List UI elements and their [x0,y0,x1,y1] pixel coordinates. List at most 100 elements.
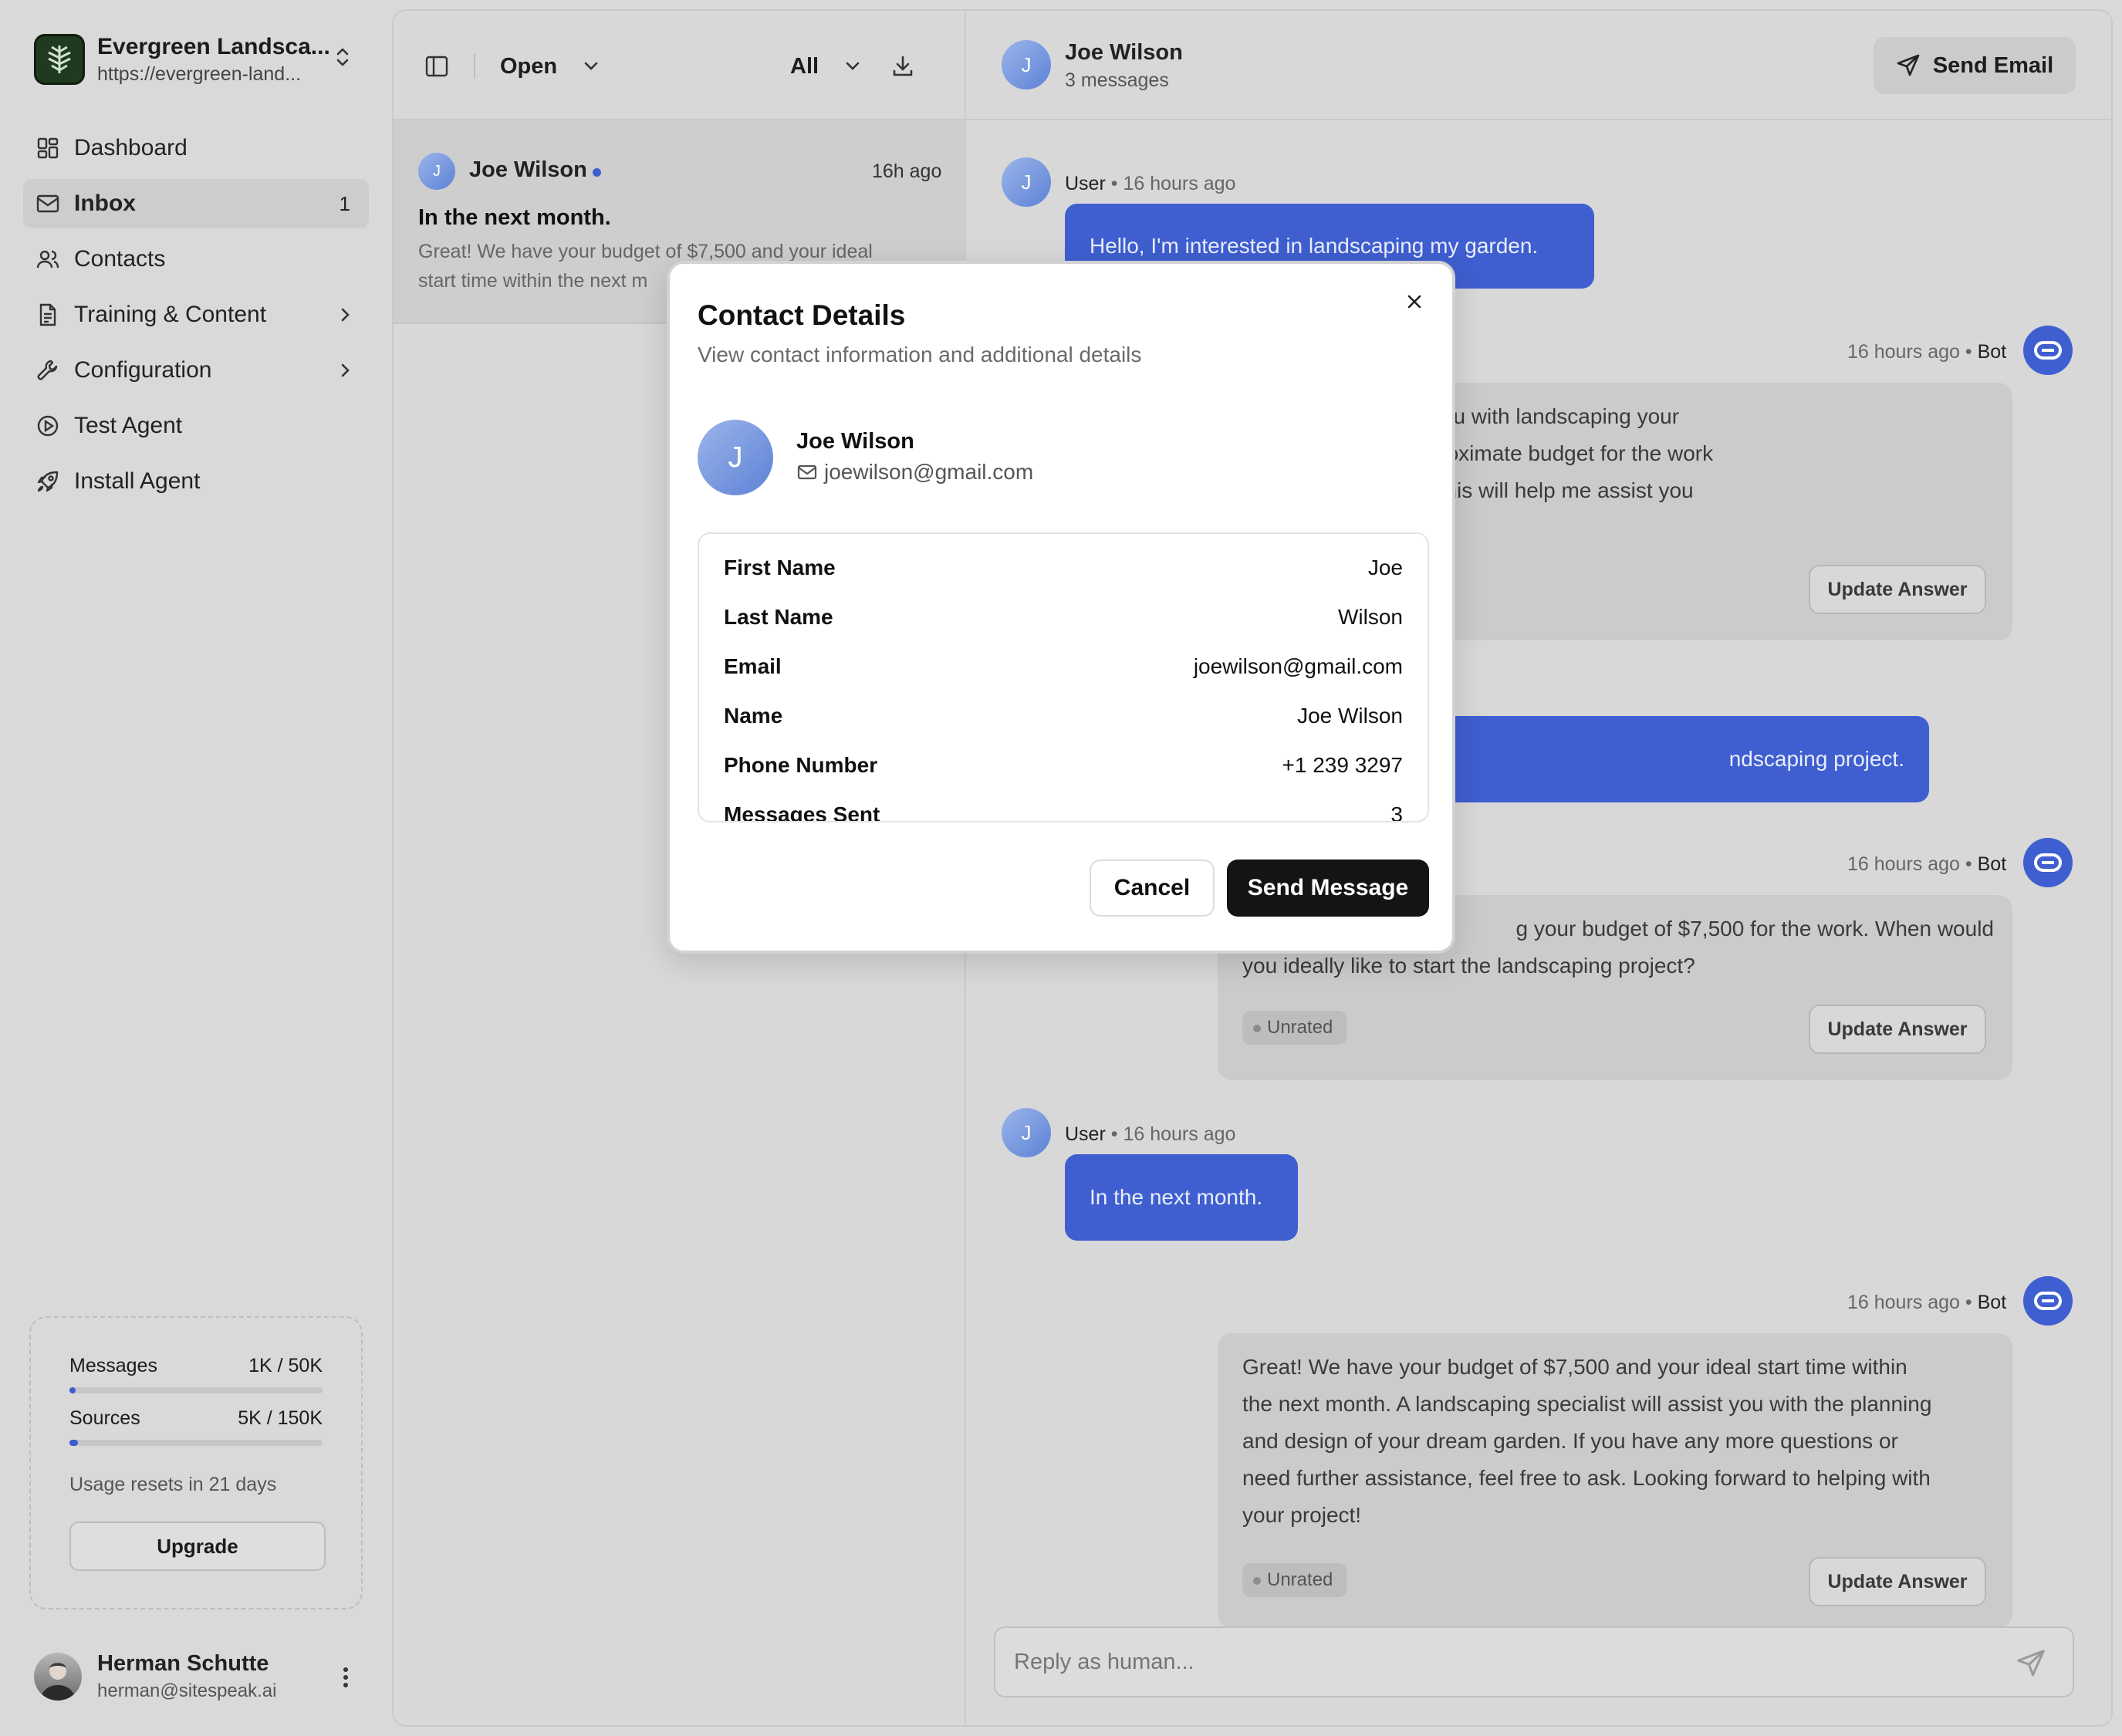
inbox-icon [36,194,59,213]
reply-input[interactable] [1014,1640,1978,1684]
messages-usage-row: Messages 1K / 50K [69,1355,323,1377]
field-row-last-name: Last Name Wilson [724,605,1403,636]
usage-reset-note: Usage resets in 21 days [69,1474,277,1495]
field-row-name: Name Joe Wilson [724,704,1403,735]
sources-usage-value: 5K / 150K [238,1407,323,1429]
message-time: 16 hours ago [1847,341,1960,363]
send-icon[interactable] [2016,1648,2046,1679]
contact-email: joewilson@gmail.com [796,460,1033,485]
type-filter-select[interactable]: All [790,45,862,88]
chevrons-up-down-icon[interactable] [333,45,352,69]
message-time: 16 hours ago [1123,173,1236,194]
sidebar-item-dashboard[interactable]: Dashboard [23,123,369,173]
toolbar-divider [474,54,475,79]
message-text: ndscaping project. [1728,747,1904,771]
rocket-icon [37,471,59,492]
sidebar-item-contacts[interactable]: Contacts [23,235,369,284]
send-email-label: Send Email [1932,52,2054,78]
message-text: Hello, I'm interested in landscaping my … [1090,234,1539,258]
message-text: your project! [1242,1503,1362,1527]
sender-label: User [1065,173,1106,194]
sidebar-item-label: Configuration [74,357,212,383]
sidebar-nav: Dashboard Inbox 1 Contacts Training & Co… [23,123,369,512]
bot-logo-icon [2034,1292,2062,1310]
conversation-list-toolbar: Open All [394,11,966,120]
download-icon[interactable] [890,54,915,79]
evergreen-logo [34,34,85,85]
message-text: the next month. A landscaping specialist… [1242,1392,1932,1416]
conversation-preview-line: start time within the next m [418,270,648,292]
user-name: Herman Schutte [97,1651,269,1676]
organization-url: https://evergreen-land... [97,63,302,85]
dashboard-icon [37,137,59,159]
chevron-right-icon [341,363,350,377]
field-label: First Name [724,556,836,579]
messages-usage-value: 1K / 50K [248,1355,323,1376]
field-label: Last Name [724,605,833,629]
send-icon [1897,54,1920,76]
user-message-bubble: In the next month. [1065,1154,1298,1241]
update-answer-button[interactable]: Update Answer [1809,1557,1986,1606]
field-label: Phone Number [724,753,878,777]
dialog-title: Contact Details [698,299,906,331]
user-profile[interactable]: Herman Schutte herman@sitespeak.ai [34,1650,366,1705]
contacts-icon [36,250,59,269]
update-answer-button[interactable]: Update Answer [1809,1005,1986,1054]
field-row-email: Email joewilson@gmail.com [724,654,1403,685]
bot-message-bubble: Great! We have your budget of $7,500 and… [1218,1333,2012,1628]
field-value: +1 239 3297 [1282,753,1404,777]
contact-avatar: J [1002,40,1051,90]
sidebar-item-configuration[interactable]: Configuration [23,346,369,395]
status-filter-select[interactable]: Open [500,45,600,88]
conversation-contact-name: Joe Wilson [469,157,587,182]
rating-badge[interactable]: Unrated [1242,1011,1347,1045]
cancel-button[interactable]: Cancel [1090,860,1215,917]
messages-usage-label: Messages [69,1355,157,1376]
sidebar-item-label: Contacts [74,246,166,272]
chevron-right-icon [341,308,350,322]
status-filter-value: Open [500,53,558,79]
message-meta: 16 hours ago • Bot [1847,341,2007,363]
upgrade-button[interactable]: Upgrade [69,1522,326,1571]
document-icon [39,303,56,326]
sidebar-item-install-agent[interactable]: Install Agent [23,457,369,506]
update-answer-button[interactable]: Update Answer [1809,565,1986,614]
conversation-subject: In the next month. [418,205,611,230]
play-circle-icon [37,415,59,437]
field-label: Email [724,654,782,678]
send-email-button[interactable]: Send Email [1874,37,2076,94]
sources-usage-label: Sources [69,1407,140,1429]
user-email: herman@sitespeak.ai [97,1680,277,1701]
sources-usage-row: Sources 5K / 150K [69,1407,323,1430]
reply-box [994,1626,2074,1697]
message-text: and design of your dream garden. If you … [1242,1429,1898,1453]
field-row-first-name: First Name Joe [724,556,1403,586]
bot-logo-icon [2034,341,2062,360]
contact-fields-table[interactable]: First Name Joe Last Name Wilson Email joewi… [698,532,1429,822]
bot-avatar [2023,1276,2073,1326]
messages-usage-bar [69,1387,323,1393]
close-icon[interactable] [1403,290,1426,313]
message-meta: 16 hours ago • Bot [1847,1292,2007,1313]
more-vertical-icon[interactable] [341,1665,350,1690]
send-message-button[interactable]: Send Message [1227,860,1429,917]
rating-badge[interactable]: Unrated [1242,1563,1347,1597]
sender-label: Bot [1977,1292,2007,1313]
dialog-subtitle: View contact information and additional … [698,343,1142,366]
sidebar-item-training[interactable]: Training & Content [23,290,369,339]
bot-logo-icon [2034,853,2062,872]
sidebar-item-test-agent[interactable]: Test Agent [23,401,369,451]
avatar [34,1653,82,1701]
sidebar-item-label: Test Agent [74,413,183,438]
sidebar-item-label: Install Agent [74,468,201,494]
usage-card: Messages 1K / 50K Sources 5K / 150K Usag… [29,1316,363,1609]
field-value: Joe Wilson [1297,704,1403,728]
unread-indicator [593,168,601,177]
sidebar-toggle-icon[interactable] [424,54,449,79]
organization-switcher[interactable]: Evergreen Landsca... https://evergreen-l… [34,31,373,90]
sidebar-item-inbox[interactable]: Inbox 1 [23,179,369,228]
bot-avatar [2023,838,2073,887]
user-avatar: J [1002,1108,1051,1157]
sources-usage-fill [69,1440,78,1446]
user-avatar: J [1002,157,1051,207]
